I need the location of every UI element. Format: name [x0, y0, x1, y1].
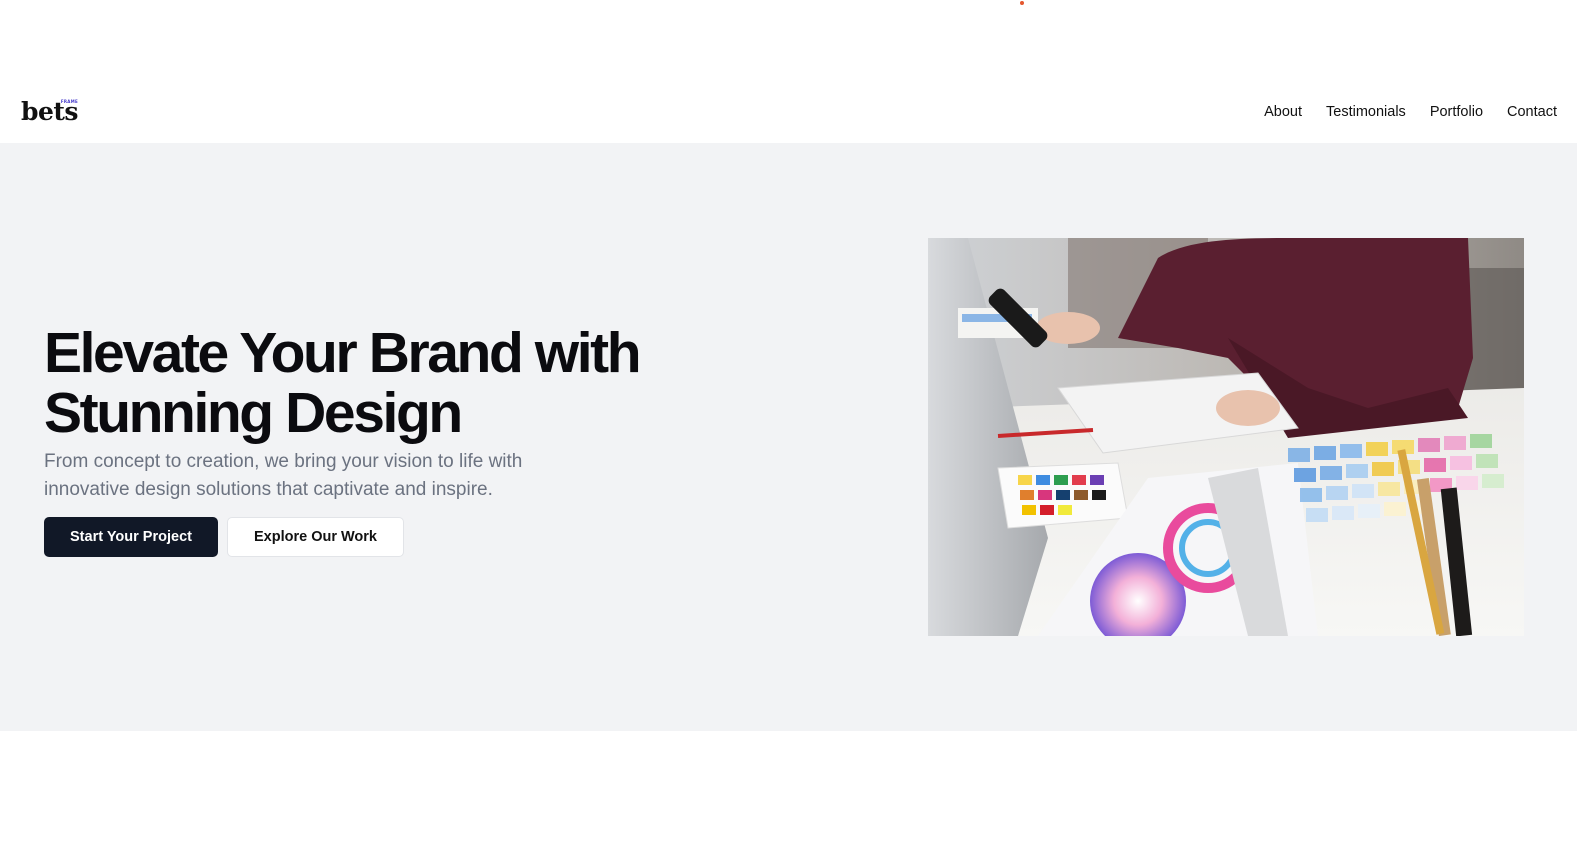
- nav-link-testimonials[interactable]: Testimonials: [1326, 104, 1406, 120]
- site-header: bets FRAME About Testimonials Portfolio …: [0, 80, 1577, 143]
- explore-work-button[interactable]: Explore Our Work: [227, 517, 404, 557]
- hero-image: [928, 238, 1524, 636]
- bottom-strip: [0, 731, 1577, 842]
- nav-link-contact[interactable]: Contact: [1507, 104, 1557, 120]
- hero-section: Elevate Your Brand with Stunning Design …: [0, 143, 1577, 731]
- nav-link-about[interactable]: About: [1264, 104, 1302, 120]
- hero-actions: Start Your Project Explore Our Work: [44, 517, 404, 557]
- hero-subtitle: From concept to creation, we bring your …: [44, 451, 523, 500]
- start-project-button[interactable]: Start Your Project: [44, 517, 218, 557]
- loading-dot-icon: [1020, 1, 1024, 5]
- nav-link-portfolio[interactable]: Portfolio: [1430, 104, 1483, 120]
- main-nav: About Testimonials Portfolio Contact: [1264, 104, 1557, 120]
- logo-superscript: FRAME: [60, 99, 79, 104]
- top-strip: [0, 0, 1577, 80]
- design-workspace-photo-icon: [928, 238, 1524, 636]
- hero-title: Elevate Your Brand with Stunning Design: [44, 321, 642, 445]
- brand-logo[interactable]: bets FRAME: [21, 99, 79, 124]
